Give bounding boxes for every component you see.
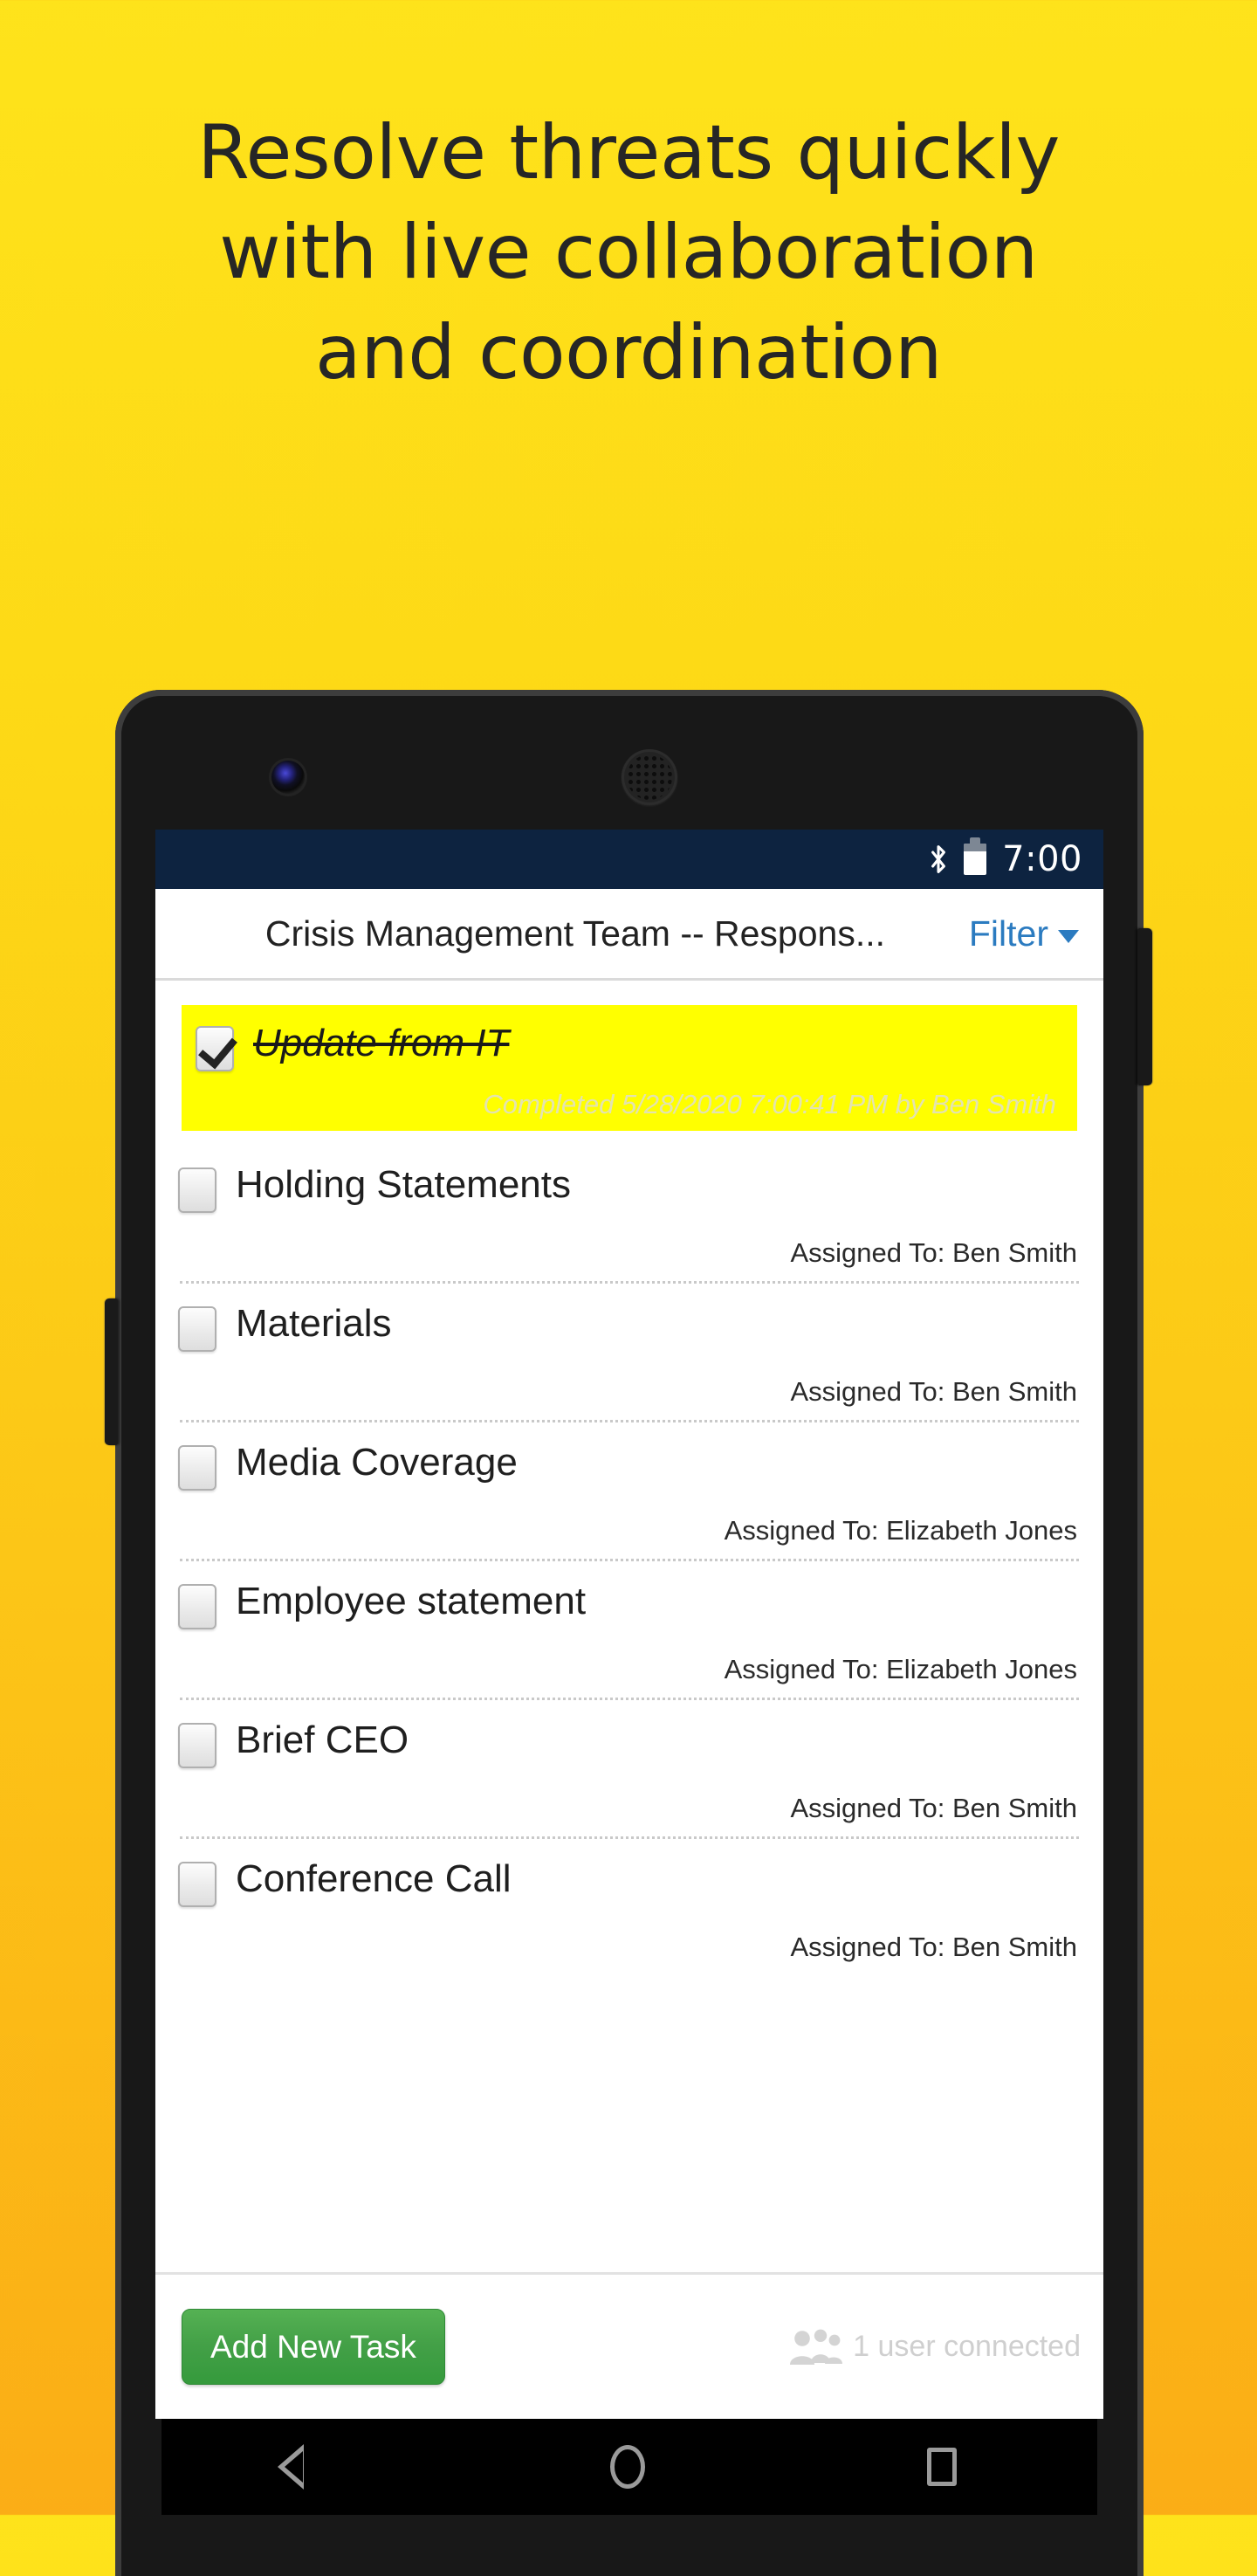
task-checkbox[interactable] <box>178 1306 216 1352</box>
task-name: Employee statement <box>236 1580 587 1622</box>
task-meta: Assigned To: Elizabeth Jones <box>724 1654 1077 1684</box>
task-row[interactable]: Employee statement Assigned To: Elizabet… <box>155 1561 1103 1698</box>
promo-headline: Resolve threats quickly with live collab… <box>0 103 1257 403</box>
battery-icon <box>964 837 987 875</box>
task-name: Materials <box>236 1302 392 1345</box>
back-triangle-icon[interactable] <box>278 2444 328 2490</box>
headline-line-2: with live collaboration <box>219 209 1038 297</box>
task-name: Holding Statements <box>236 1163 571 1206</box>
task-checkbox[interactable] <box>178 1862 216 1907</box>
status-bar: 7:00 <box>155 830 1103 889</box>
task-row[interactable]: Conference Call Assigned To: Ben Smith <box>155 1839 1103 1975</box>
task-checkbox[interactable] <box>178 1584 216 1629</box>
task-meta: Assigned To: Ben Smith <box>790 1932 1077 1962</box>
task-list: Update from IT Completed 5/28/2020 7:00:… <box>155 1005 1103 1975</box>
earpiece-speaker-icon <box>622 749 677 805</box>
connected-users-status: 1 user connected <box>788 2328 1081 2366</box>
task-meta: Assigned To: Ben Smith <box>790 1237 1077 1268</box>
headline-line-1: Resolve threats quickly <box>197 109 1060 196</box>
connected-users-label: 1 user connected <box>853 2330 1081 2363</box>
page-title: Crisis Management Team -- Respons... <box>264 913 886 954</box>
bluetooth-icon <box>931 845 946 873</box>
task-row[interactable]: Holding Statements Assigned To: Ben Smit… <box>155 1145 1103 1281</box>
task-checkbox[interactable] <box>196 1026 234 1071</box>
task-meta: Assigned To: Ben Smith <box>790 1793 1077 1823</box>
task-name: Brief CEO <box>236 1718 409 1761</box>
task-name: Update from IT <box>253 1022 510 1064</box>
android-nav-bar <box>161 2419 1097 2515</box>
front-camera-icon <box>271 761 305 794</box>
status-bar-clock: 7:00 <box>1002 839 1082 879</box>
volume-button[interactable] <box>105 1298 118 1445</box>
task-name: Conference Call <box>236 1857 512 1900</box>
users-group-icon <box>790 2329 843 2365</box>
task-row[interactable]: Brief CEO Assigned To: Ben Smith <box>155 1700 1103 1836</box>
bottom-action-bar: Add New Task 1 user connected <box>155 2272 1103 2419</box>
recents-square-icon[interactable] <box>926 2448 957 2486</box>
task-checkbox[interactable] <box>178 1167 216 1213</box>
home-circle-icon[interactable] <box>609 2445 645 2489</box>
chevron-down-icon <box>1058 929 1079 943</box>
task-row[interactable]: Media Coverage Assigned To: Elizabeth Jo… <box>155 1422 1103 1559</box>
task-meta: Completed 5/28/2020 7:00:41 PM by Ben Sm… <box>483 1089 1056 1119</box>
task-checkbox[interactable] <box>178 1445 216 1491</box>
task-row[interactable]: Materials Assigned To: Ben Smith <box>155 1284 1103 1420</box>
task-meta: Assigned To: Elizabeth Jones <box>724 1515 1077 1546</box>
headline-line-3: and coordination <box>315 308 942 396</box>
task-name: Media Coverage <box>236 1441 518 1484</box>
task-meta: Assigned To: Ben Smith <box>790 1376 1077 1407</box>
phone-screen: 7:00 Crisis Management Team -- Respons..… <box>155 830 1103 2419</box>
filter-button[interactable]: Filter <box>969 913 1079 954</box>
app-title-bar: Crisis Management Team -- Respons... Fil… <box>155 889 1103 981</box>
task-row-completed[interactable]: Update from IT Completed 5/28/2020 7:00:… <box>182 1005 1077 1131</box>
add-new-task-button[interactable]: Add New Task <box>182 2309 445 2385</box>
task-checkbox[interactable] <box>178 1723 216 1768</box>
filter-button-label: Filter <box>968 913 1048 954</box>
power-button[interactable] <box>1137 928 1152 1085</box>
